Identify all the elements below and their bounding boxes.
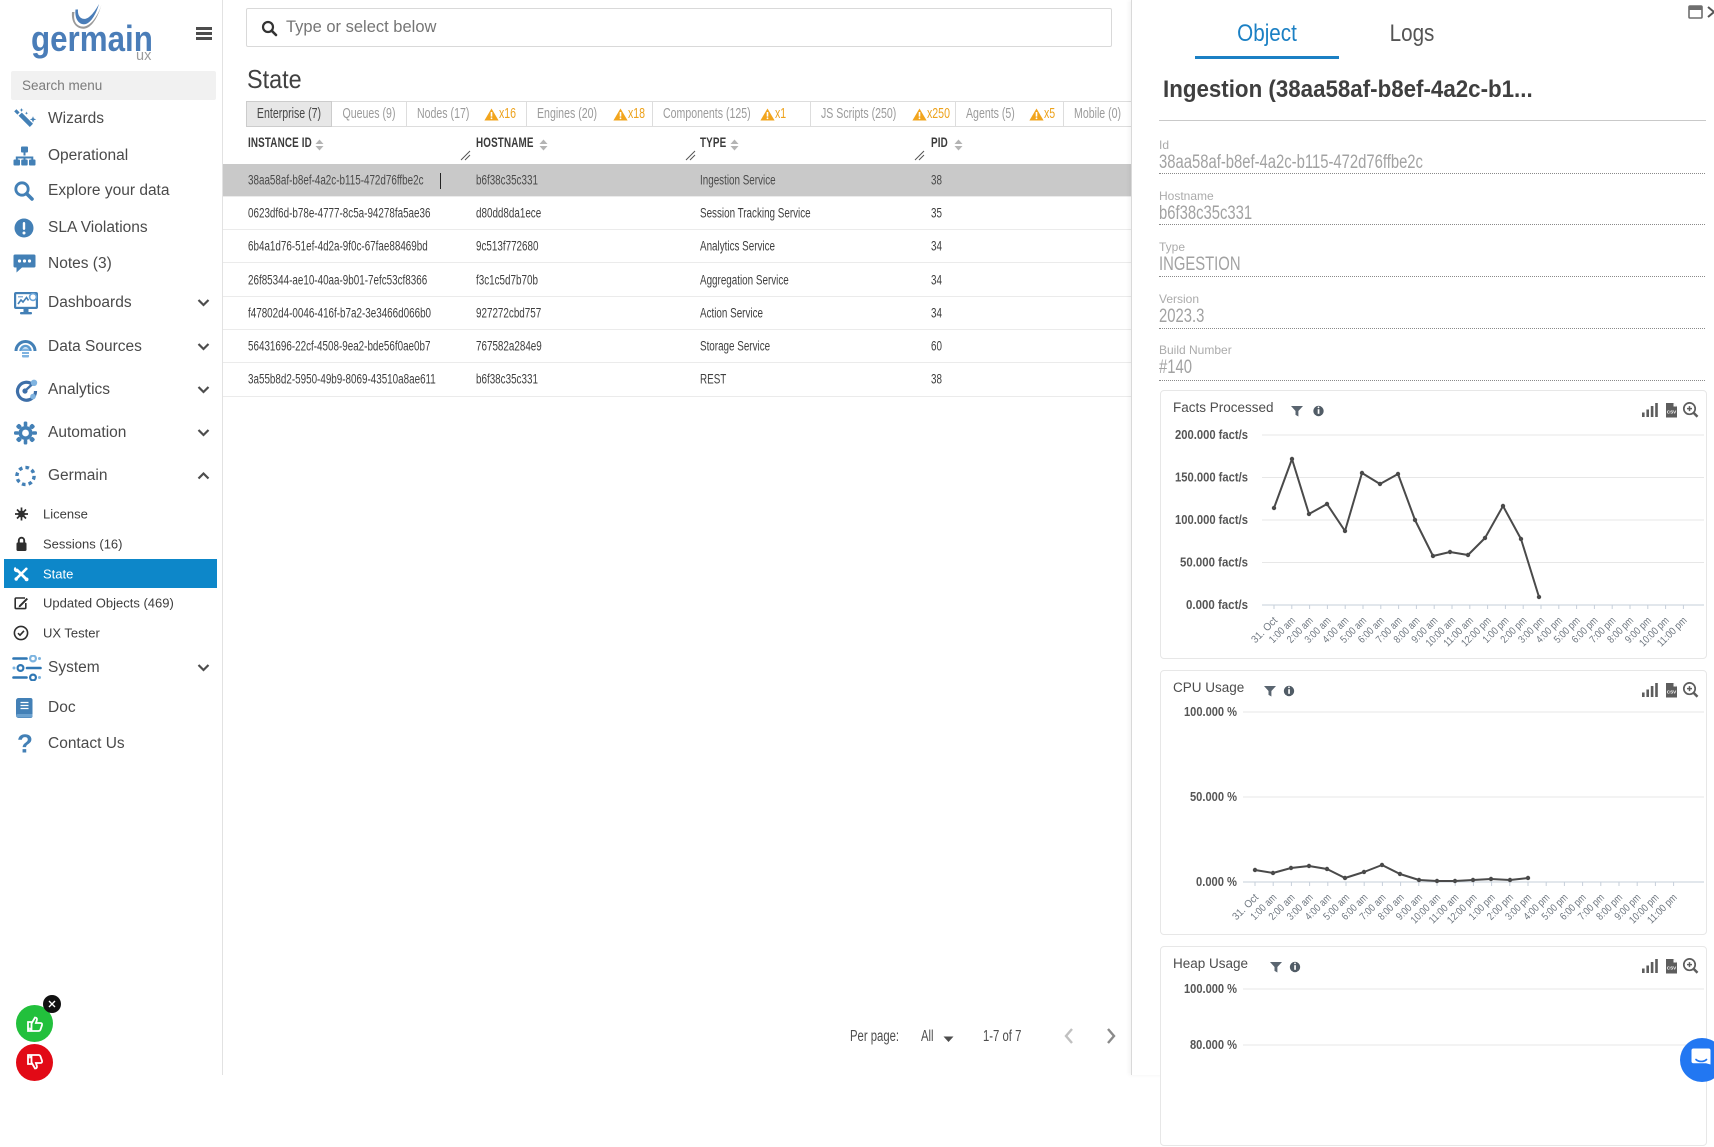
- svg-text:0.000 %: 0.000 %: [1196, 875, 1237, 889]
- svg-text:100.000 %: 100.000 %: [1184, 705, 1237, 719]
- svg-text:CSV: CSV: [1667, 410, 1677, 415]
- svg-text:200.000 fact/s: 200.000 fact/s: [1175, 428, 1248, 442]
- svg-text:CSV: CSV: [1667, 690, 1677, 695]
- svg-text:80.000 %: 80.000 %: [1190, 1038, 1237, 1052]
- svg-text:CSV: CSV: [1667, 966, 1677, 971]
- svg-text:150.000 fact/s: 150.000 fact/s: [1175, 471, 1248, 485]
- svg-text:100.000 fact/s: 100.000 fact/s: [1175, 513, 1248, 527]
- svg-text:50.000 fact/s: 50.000 fact/s: [1180, 556, 1248, 570]
- svg-text:50.000 %: 50.000 %: [1190, 790, 1237, 804]
- svg-text:100.000 %: 100.000 %: [1184, 982, 1237, 996]
- svg-text:0.000 fact/s: 0.000 fact/s: [1186, 598, 1248, 612]
